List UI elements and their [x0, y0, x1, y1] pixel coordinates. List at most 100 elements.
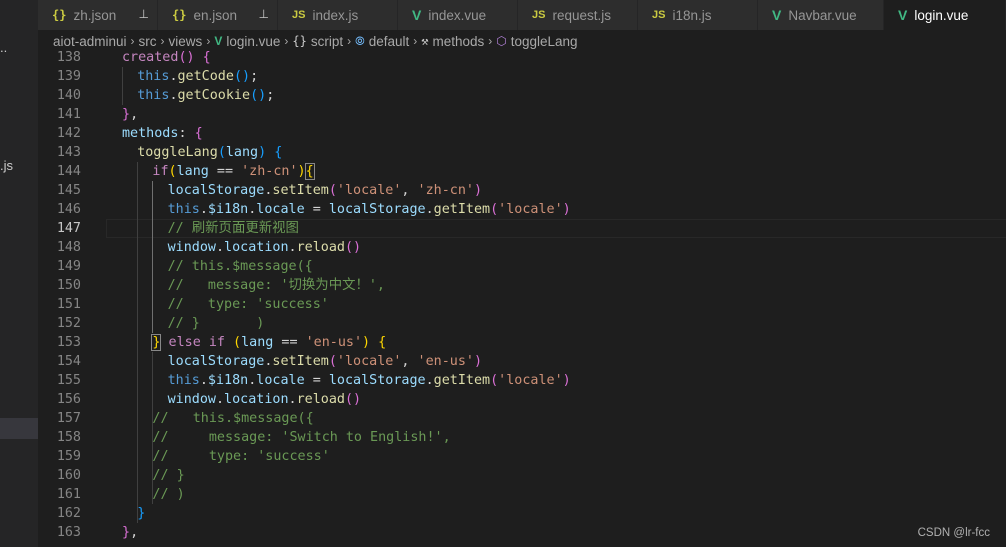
tab-en-json[interactable]: {} en.json ⊥ — [158, 0, 278, 30]
code-line[interactable]: 158 // message: 'Switch to English!', — [38, 428, 1006, 447]
breadcrumb-item[interactable]: toggleLang — [511, 34, 578, 49]
breadcrumb-item[interactable]: default — [369, 34, 410, 49]
code-token: ; — [250, 69, 259, 84]
code-token: getCookie — [177, 88, 251, 103]
code-line[interactable]: 154 localStorage.setItem('locale', 'en-us… — [38, 352, 1006, 371]
line-number: 148 — [56, 240, 81, 255]
code-line[interactable]: 162} — [38, 504, 1006, 523]
sidebar-selected-item[interactable] — [0, 418, 38, 439]
code-token: } — [137, 506, 146, 521]
code-token: . — [199, 373, 208, 388]
code-line[interactable]: 140 this.getCookie(); — [38, 86, 1006, 105]
code-text: }, — [122, 523, 138, 542]
line-number: 149 — [56, 259, 81, 274]
breadcrumb-item[interactable]: views — [169, 34, 203, 49]
tab-index-js[interactable]: JS index.js — [278, 0, 398, 30]
code-line[interactable]: 152 // } ) — [38, 314, 1006, 333]
code-line[interactable]: 143 toggleLang(lang) { — [38, 143, 1006, 162]
code-token: ) — [258, 145, 267, 160]
code-token: . — [215, 392, 225, 407]
code-text: } — [137, 504, 145, 523]
code-text: window.location.reload() — [168, 238, 362, 257]
code-token: // } ) — [167, 316, 265, 331]
code-token: getItem — [433, 202, 491, 217]
breadcrumb-item[interactable]: script — [311, 34, 343, 49]
code-token: ) — [562, 202, 571, 217]
code-line[interactable]: 147 // 刷新页面更新视图 — [38, 219, 1006, 238]
code-line[interactable]: 145 localStorage.setItem('locale', 'zh-cn… — [38, 181, 1006, 200]
code-token: setItem — [272, 354, 329, 369]
tab-label: index.js — [312, 7, 359, 23]
tab-label: login.vue — [914, 7, 969, 23]
tab-label: zh.json — [73, 7, 117, 23]
sidebar-fragment[interactable]: .js — [0, 158, 13, 173]
code-line[interactable]: 141}, — [38, 105, 1006, 124]
code-line[interactable]: 163}, — [38, 523, 1006, 542]
indent-guide — [152, 181, 154, 333]
code-line[interactable]: 156 window.location.reload() — [38, 390, 1006, 409]
code-token: localStorage — [167, 354, 265, 369]
breadcrumb-item[interactable]: methods — [432, 34, 484, 49]
code-token: window — [167, 240, 216, 255]
code-token: : — [178, 126, 195, 141]
code-token: { — [202, 50, 211, 65]
code-line[interactable]: 155 this.$i18n.locale = localStorage.getI… — [38, 371, 1006, 390]
pin-icon[interactable]: ⊥ — [259, 7, 269, 21]
line-number: 140 — [56, 88, 81, 103]
code-token: // message: 'Switch to English!', — [152, 430, 451, 445]
code-text: window.location.reload() — [168, 390, 362, 409]
code-line[interactable]: 146 this.$i18n.locale = localStorage.getI… — [38, 200, 1006, 219]
code-token: $i18n — [207, 373, 249, 388]
code-line[interactable]: 161 // ) — [38, 485, 1006, 504]
code-token: . — [288, 392, 297, 407]
code-line[interactable]: 151 // type: 'success' — [38, 295, 1006, 314]
code-token: . — [215, 240, 225, 255]
code-editor[interactable]: 138 created() {139 this.getCode(); 140 this.… — [38, 48, 1006, 547]
line-number: 155 — [56, 373, 81, 388]
code-token: // ) — [152, 487, 185, 502]
chevron-right-icon: › — [206, 34, 211, 48]
line-number: 146 — [56, 202, 81, 217]
code-line[interactable]: 148 window.location.reload() — [38, 238, 1006, 257]
indent-guide — [152, 352, 154, 504]
breadcrumb-item[interactable]: aiot-adminui — [53, 34, 127, 49]
code-token: ( — [490, 373, 499, 388]
line-number: 150 — [56, 278, 81, 293]
tab-request-js[interactable]: JS request.js — [518, 0, 638, 30]
code-line[interactable]: 160 // } — [38, 466, 1006, 485]
tab-label: en.json — [193, 7, 237, 23]
tab-zh-json[interactable]: {} zh.json ⊥ — [38, 0, 158, 30]
line-number: 153 — [56, 335, 81, 350]
indent-guide — [122, 67, 123, 105]
breadcrumb-item[interactable]: login.vue — [226, 34, 280, 49]
code-token: { — [194, 126, 203, 141]
pin-icon[interactable]: ⊥ — [139, 7, 149, 21]
code-token: () — [250, 88, 267, 103]
code-token: ) — [473, 354, 483, 369]
code-line[interactable]: 142 methods: { — [38, 124, 1006, 143]
tab-login-vue[interactable]: Vlogin.vue — [884, 0, 1006, 30]
module-icon: ⦾ — [355, 33, 365, 48]
code-line[interactable]: 138 created() { — [38, 48, 1006, 67]
tab-navbar-vue[interactable]: V Navbar.vue — [758, 0, 884, 30]
code-line[interactable]: 157 // this.$message({ — [38, 409, 1006, 428]
code-token: , — [401, 354, 418, 369]
code-line[interactable]: 150 // message: '切换为中文！', — [38, 276, 1006, 295]
cube-icon: ⬡ — [496, 34, 507, 48]
code-token: // this.$message({ — [152, 411, 314, 426]
tab-i18n-js[interactable]: JS i18n.js — [638, 0, 758, 30]
code-token: ( — [328, 354, 337, 369]
line-number: 147 — [56, 221, 81, 236]
code-text: // } ) — [168, 314, 265, 333]
code-line[interactable]: 153} else if (lang == 'en-us') { — [38, 333, 1006, 352]
code-line[interactable]: 159 // type: 'success' — [38, 447, 1006, 466]
line-number: 151 — [56, 297, 81, 312]
tab-index-vue[interactable]: Vindex.vue — [398, 0, 518, 30]
code-line[interactable]: 139 this.getCode(); — [38, 67, 1006, 86]
code-line[interactable]: 144 if(lang == 'zh-cn'){ — [38, 162, 1006, 181]
code-line[interactable]: 149 // this.$message({ — [38, 257, 1006, 276]
breadcrumb-item[interactable]: src — [139, 34, 157, 49]
code-token: 'en-us' — [417, 354, 474, 369]
